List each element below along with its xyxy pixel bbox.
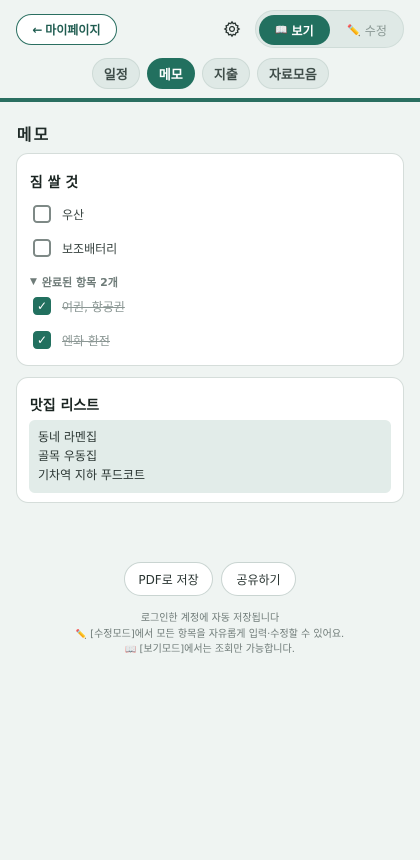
- tab-resources[interactable]: 자료모음: [257, 58, 329, 89]
- tab-expense[interactable]: 지출: [202, 58, 250, 89]
- checkbox-checked[interactable]: ✓: [33, 331, 51, 349]
- checklist-item-label: 우산: [62, 207, 85, 222]
- footer-edit-note: ✏️ [수정모드]에서 모든 항목을 자유롭게 입력·수정할 수 있어요.: [0, 625, 420, 640]
- checklist-item-completed[interactable]: ✓ 여권, 항공권: [33, 296, 125, 316]
- checklist-item[interactable]: 보조배터리: [33, 238, 117, 258]
- footer-autosave-note: 로그인한 계정에 자동 저장됩니다: [140, 613, 280, 624]
- pencil-icon: ✏️: [347, 23, 361, 37]
- completed-items-toggle[interactable]: ▼ 완료된 항목 2개: [30, 274, 118, 290]
- pencil-icon: ✏️: [75, 630, 87, 640]
- book-icon: 📖: [125, 645, 137, 655]
- food-card-title: 맛집 리스트: [30, 398, 100, 414]
- mode-toggle: 📖 보기 ✏️ 수정: [255, 10, 404, 48]
- tab-schedule[interactable]: 일정: [92, 58, 140, 89]
- mypage-label: 마이페이지: [45, 23, 101, 37]
- footer-edit-text: [수정모드]에서 모든 항목을 자유롭게 입력·수정할 수 있어요.: [90, 629, 345, 640]
- top-bar: ← 마이페이지 📖 보기 ✏️ 수정 일정 메모 지출 자료모음: [0, 0, 420, 102]
- checklist-item-completed[interactable]: ✓ 엔화 환전: [33, 330, 110, 350]
- edit-mode-label: 수정: [364, 23, 387, 38]
- checklist-item[interactable]: 우산: [33, 204, 84, 224]
- gear-icon[interactable]: [221, 18, 243, 40]
- memo-line: 동네 라멘집: [38, 430, 98, 444]
- save-pdf-button[interactable]: PDF로 저장: [124, 562, 213, 596]
- triangle-down-icon: ▼: [30, 277, 37, 287]
- completed-items-label: 완료된 항목 2개: [41, 276, 118, 289]
- checkbox-checked[interactable]: ✓: [33, 297, 51, 315]
- checklist-item-label: 여권, 항공권: [62, 299, 125, 314]
- checkbox[interactable]: [33, 205, 51, 223]
- view-mode-button[interactable]: 📖 보기: [259, 15, 330, 45]
- page-title: 메모: [17, 125, 51, 144]
- checklist-item-label: 보조배터리: [62, 241, 118, 256]
- memo-line: 기차역 지하 푸드코트: [38, 468, 145, 482]
- edit-mode-button[interactable]: ✏️ 수정: [334, 15, 400, 45]
- view-mode-label: 보기: [291, 23, 314, 38]
- tab-memo[interactable]: 메모: [147, 58, 195, 89]
- packing-card-title: 짐 쌀 것: [30, 175, 79, 191]
- checklist-item-label: 엔화 환전: [62, 333, 110, 348]
- footer-view-note: 📖 [보기모드]에서는 조회만 가능합니다.: [0, 640, 420, 655]
- checkbox[interactable]: [33, 239, 51, 257]
- food-card: 맛집 리스트 동네 라멘집 골목 우동집 기차역 지하 푸드코트: [16, 377, 404, 503]
- share-button[interactable]: 공유하기: [221, 562, 296, 596]
- memo-text-area[interactable]: 동네 라멘집 골목 우동집 기차역 지하 푸드코트: [29, 420, 391, 493]
- mypage-button[interactable]: ← 마이페이지: [16, 14, 117, 45]
- footer-view-text: [보기모드]에서는 조회만 가능합니다.: [139, 644, 295, 655]
- book-icon: 📖: [275, 24, 288, 36]
- memo-line: 골목 우동집: [38, 449, 98, 463]
- back-arrow-icon: ←: [32, 22, 43, 37]
- packing-card: 짐 쌀 것 우산 보조배터리 ▼ 완료된 항목 2개 ✓ 여권, 항공권 ✓ 엔…: [16, 153, 404, 366]
